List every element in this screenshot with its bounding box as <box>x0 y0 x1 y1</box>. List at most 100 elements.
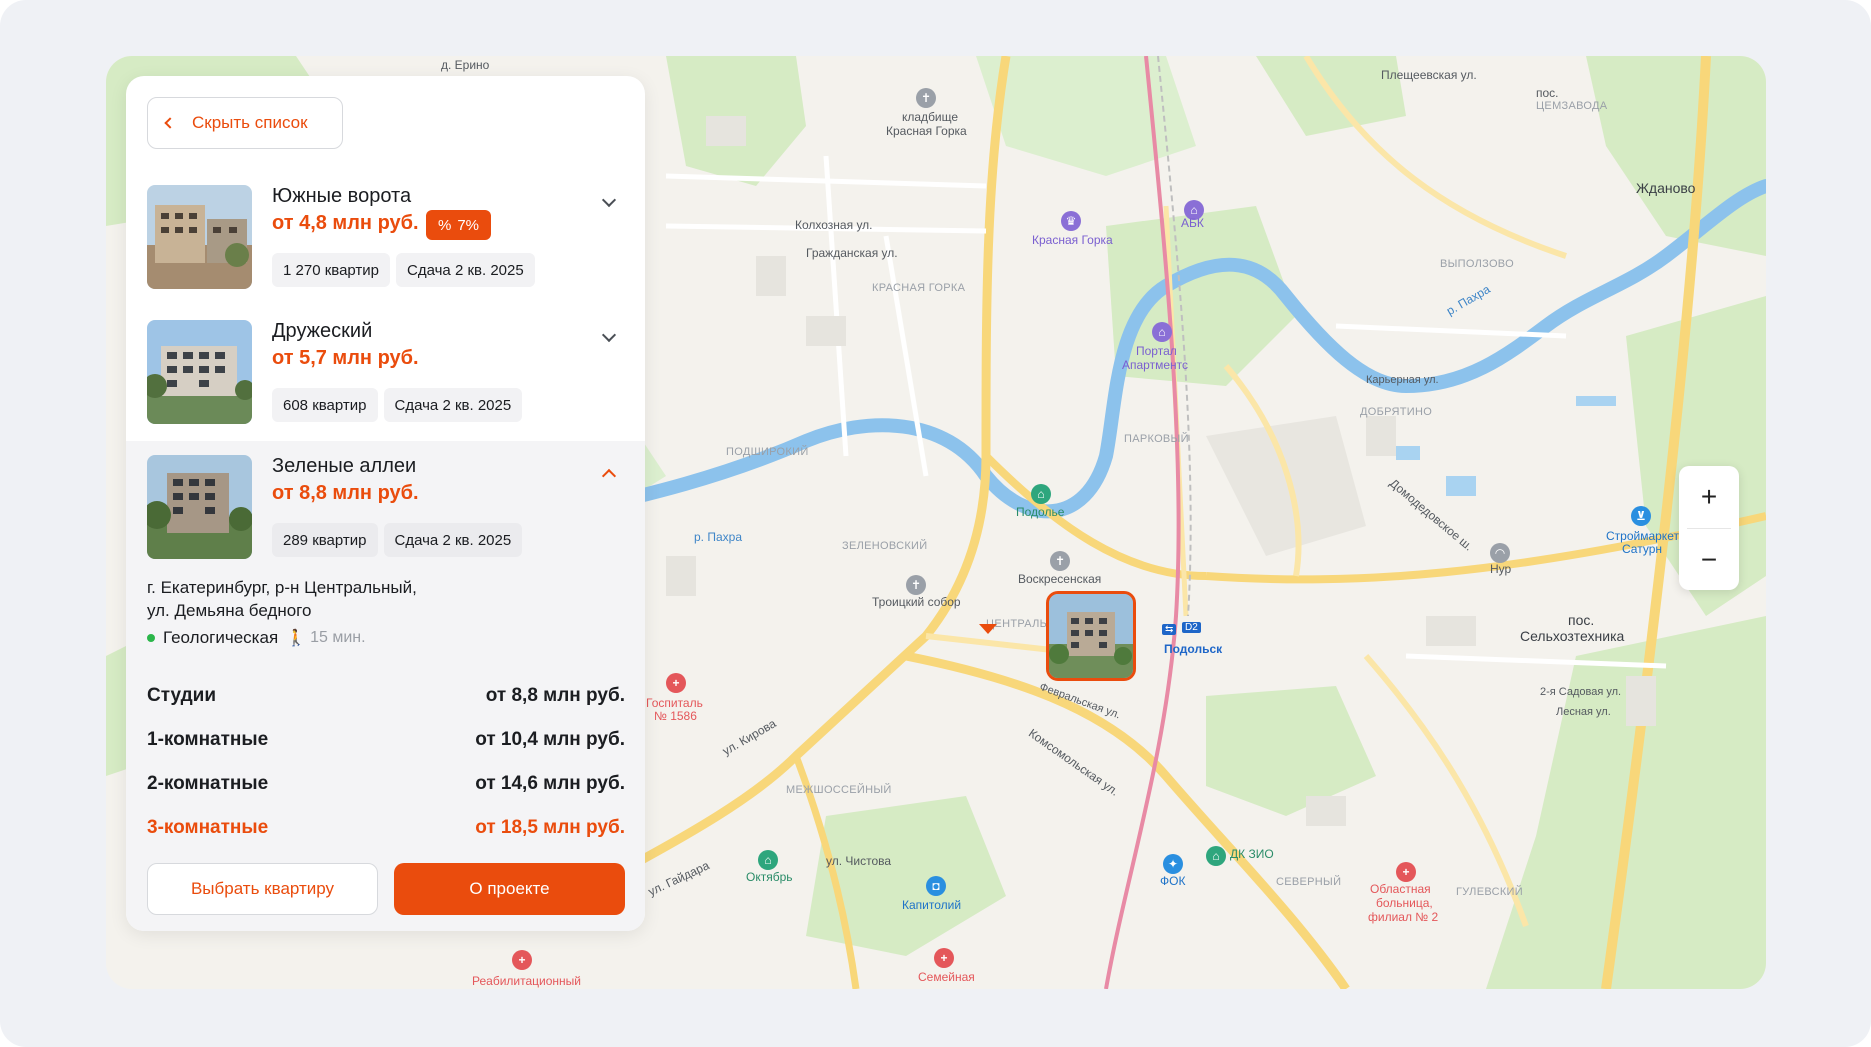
choose-apartment-button[interactable]: Выбрать квартиру <box>147 863 378 915</box>
museum-icon[interactable]: ⌂ <box>1031 484 1051 504</box>
sport-icon[interactable]: ✦ <box>1163 854 1183 874</box>
map-label-podshirokiy: ПОДШИРОКИЙ <box>726 446 809 458</box>
zoom-control: + − <box>1679 466 1739 590</box>
map-label-voskresenskaya: Воскресенская <box>1018 572 1102 586</box>
expand-toggle[interactable] <box>601 192 617 211</box>
map-label-oblast-3: филиал № 2 <box>1368 910 1439 924</box>
project-item-yuzhnye-vorota[interactable]: Южные ворота от 4,8 млн руб. % 7% 1 270 … <box>126 171 645 306</box>
trophy-icon[interactable]: ♛ <box>1061 211 1081 231</box>
map-label-dobryatino: ДОБРЯТИНО <box>1360 406 1433 418</box>
projects-list-panel: Скрыть список Южные ворота от 4,8 млн ру… <box>126 76 645 931</box>
expand-toggle[interactable] <box>601 327 617 346</box>
map-label-zelenovskiy: ЗЕЛЕНОВСКИЙ <box>842 540 928 552</box>
map-label-oblast-2: больница, <box>1376 896 1433 910</box>
walk-time-value: 15 мин. <box>310 629 366 646</box>
cart-icon[interactable]: ⊻ <box>1631 506 1651 526</box>
map-label-dk-zio: ДК ЗИО <box>1230 847 1274 861</box>
project-map-marker[interactable] <box>1046 591 1136 681</box>
project-tags: 608 квартир Сдача 2 кв. 2025 <box>272 388 523 422</box>
zoom-out-button[interactable]: − <box>1679 529 1739 591</box>
hospital-icon-3[interactable]: + <box>512 950 532 970</box>
metro-line-icon <box>147 634 155 642</box>
train-icon: ⇆ <box>1162 624 1177 635</box>
map-label-troitsky: Троицкий собор <box>872 595 961 609</box>
map-label-grazhdanskaya: Гражданская ул. <box>806 246 898 260</box>
church-icon-2[interactable]: ✝ <box>1050 551 1070 571</box>
map-label-stroymarket-1: Строймаркет <box>1606 529 1679 543</box>
project-title: Южные ворота <box>272 185 412 207</box>
map-label-d2: D2 <box>1182 622 1201 633</box>
deadline-tag: Сдача 2 кв. 2025 <box>383 388 523 422</box>
room-row[interactable]: Студии от 8,8 млн руб. <box>147 674 625 718</box>
map-label-gulevsky: ГУЛЕВСКИЙ <box>1456 886 1523 898</box>
map-label-semeynaya: Семейная <box>918 970 975 984</box>
walking-person-icon: 🚶 <box>286 630 307 647</box>
church-icon[interactable]: ✝ <box>906 575 926 595</box>
chevron-up-icon <box>601 468 617 484</box>
map-label-lesnaya: Лесная ул. <box>1556 706 1611 718</box>
project-address: г. Екатеринбург, р-н Центральный, ул. Де… <box>147 576 417 622</box>
room-type: Студии <box>147 685 217 706</box>
project-photo <box>147 185 252 289</box>
map-label-erino: д. Ерино <box>441 58 490 72</box>
flats-count-tag: 289 квартир <box>272 523 378 557</box>
chevron-down-icon <box>601 327 617 343</box>
map-label-mezhsosseyny: МЕЖШОССЕЙНЫЙ <box>786 784 892 796</box>
map-label-tsemzavoda: ЦЕМЗАВОДА <box>1536 100 1608 112</box>
theater-icon[interactable]: ⌂ <box>758 850 778 870</box>
project-photo <box>147 455 252 559</box>
map-label-portal-1: Портал <box>1136 344 1177 358</box>
about-project-button[interactable]: О проекте <box>394 863 625 915</box>
map-label-krasnaya-gorka-district: КРАСНАЯ ГОРКА <box>872 282 966 294</box>
map-label-zhdanovo: Жданово <box>1636 180 1696 196</box>
deadline-tag: Сдача 2 кв. 2025 <box>396 253 535 287</box>
project-price: от 8,8 млн руб. <box>272 482 419 504</box>
hide-list-button[interactable]: Скрыть список <box>147 97 343 149</box>
map-label-hospital-2: № 1586 <box>654 709 697 723</box>
collapse-toggle[interactable] <box>601 465 617 484</box>
project-tags: 289 квартир Сдача 2 кв. 2025 <box>272 523 523 557</box>
map-label-podolsk: Подольск <box>1164 642 1223 656</box>
map-label-oblast-1: Областная <box>1370 882 1431 896</box>
chevron-left-icon <box>164 117 176 129</box>
hotel-icon[interactable]: ⌂ <box>1152 322 1172 342</box>
percent-icon: % <box>438 216 452 234</box>
room-price: от 18,5 млн руб. <box>475 817 625 838</box>
shopping-bag-icon[interactable]: ◘ <box>926 876 946 896</box>
map-label-pos-selkhoz-2: Сельхозтехника <box>1520 628 1625 644</box>
map-label-river: р. Пахра <box>694 530 742 544</box>
room-type: 1-комнатные <box>147 729 269 750</box>
address-line-2: ул. Демьяна бедного <box>147 601 312 620</box>
map-label-severny: СЕВЕРНЫЙ <box>1276 876 1342 888</box>
map-label-abk: АБК <box>1181 216 1204 230</box>
room-row-hovered[interactable]: 3-комнатные от 18,5 млн руб. <box>147 806 625 850</box>
hide-list-label: Скрыть список <box>192 113 308 132</box>
cemetery-icon[interactable]: ✝ <box>916 88 936 108</box>
map-label-karyernaya: Карьерная ул. <box>1366 374 1439 386</box>
map-label-hospital-1: Госпиталь <box>646 696 703 710</box>
map-label-kapitoliy: Капитолий <box>902 898 962 912</box>
zoom-in-button[interactable]: + <box>1679 466 1739 528</box>
hospital-icon-2[interactable]: + <box>934 948 954 968</box>
map-label-pleshcheevskaya: Плещеевская ул. <box>1381 68 1477 82</box>
theater-icon-2[interactable]: ⌂ <box>1206 846 1226 866</box>
flats-count-tag: 1 270 квартир <box>272 253 391 287</box>
map-label-pos-selkhoz-1: пос. <box>1568 612 1595 628</box>
room-type: 3-комнатные <box>147 817 269 838</box>
project-item-druzheskiy[interactable]: Дружеский от 5,7 млн руб. 608 квартир Сд… <box>126 306 645 441</box>
room-type: 2-комнатные <box>147 773 269 794</box>
project-title: Зеленые аллеи <box>272 455 417 477</box>
discount-value: 7% <box>457 216 480 234</box>
hospital-icon[interactable]: + <box>666 673 686 693</box>
mosque-icon[interactable]: ◠ <box>1490 543 1510 563</box>
map-label-pos-1: пос. <box>1536 86 1559 100</box>
hospital-icon-4[interactable]: + <box>1396 862 1416 882</box>
map-label-podolye: Подолье <box>1016 505 1065 519</box>
room-price: от 8,8 млн руб. <box>485 685 625 706</box>
room-row[interactable]: 2-комнатные от 14,6 млн руб. <box>147 762 625 806</box>
map-label-nur: Нур <box>1490 562 1512 576</box>
flats-count-tag: 608 квартир <box>272 388 378 422</box>
map-label-krasnaya-gorka: Красная Горка <box>886 124 967 138</box>
room-row[interactable]: 1-комнатные от 10,4 млн руб. <box>147 718 625 762</box>
metro-info: Геологическая 🚶 15 мин. <box>147 628 366 648</box>
